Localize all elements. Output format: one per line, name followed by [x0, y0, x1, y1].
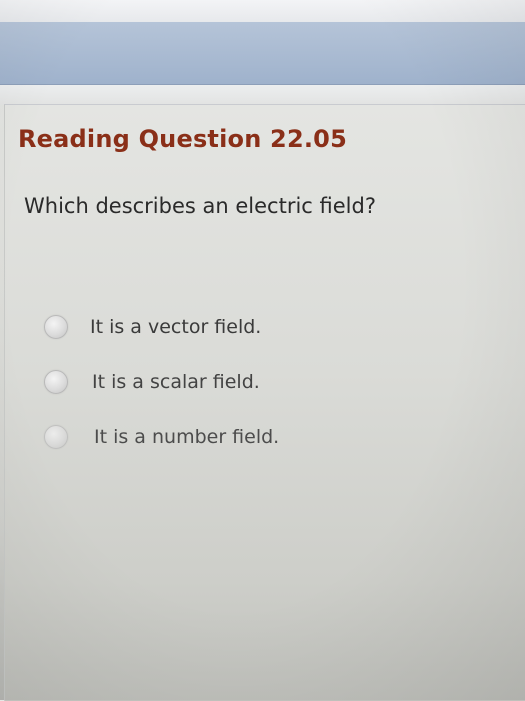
- top-strip: [0, 0, 525, 22]
- answer-option-vector[interactable]: It is a vector field.: [44, 312, 261, 342]
- radio-button[interactable]: [44, 315, 68, 339]
- header-gap: [0, 85, 525, 105]
- answer-option-scalar[interactable]: It is a scalar field.: [44, 367, 260, 397]
- answer-option-number[interactable]: It is a number field.: [44, 422, 279, 452]
- answer-option-label[interactable]: It is a vector field.: [90, 316, 261, 338]
- header-bar: [0, 22, 525, 85]
- radio-button[interactable]: [44, 425, 68, 449]
- answer-option-label[interactable]: It is a number field.: [94, 426, 279, 448]
- answer-option-label[interactable]: It is a scalar field.: [92, 371, 260, 393]
- radio-button[interactable]: [44, 370, 68, 394]
- question-prompt: Which describes an electric field?: [24, 194, 376, 218]
- question-title: Reading Question 22.05: [18, 125, 347, 153]
